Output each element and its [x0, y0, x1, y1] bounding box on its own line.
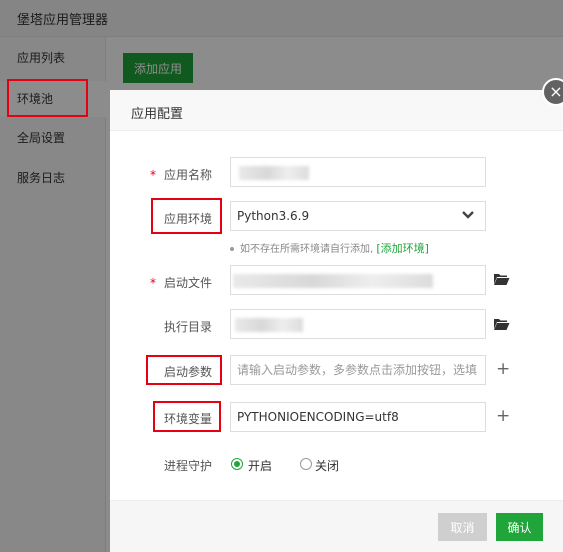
daemon-off-radio[interactable] — [300, 458, 312, 470]
app-name-label: * 应用名称 — [146, 166, 212, 183]
exec-dir-label: 执行目录 — [163, 320, 212, 334]
daemon-on-label[interactable]: 开启 — [248, 457, 272, 474]
start-file-label-text: 启动文件 — [163, 276, 212, 290]
add-env-var-plus-icon[interactable]: + — [496, 408, 510, 425]
modal-title: 应用配置 — [131, 107, 184, 122]
required-mark: * — [149, 276, 156, 290]
start-file-input[interactable] — [230, 265, 486, 295]
highlight-box-env-pool — [7, 79, 88, 117]
app-env-value: Python3.6.9 — [237, 209, 310, 223]
env-vars-input[interactable]: PYTHONIOENCODING=utf8 — [230, 402, 486, 432]
daemon-on-radio[interactable] — [231, 458, 243, 470]
app-name-input[interactable] — [230, 157, 486, 187]
close-icon[interactable]: × — [542, 78, 563, 106]
start-params-input[interactable]: 请输入启动参数，多参数点击添加按钮，选填 — [230, 355, 486, 385]
add-env-link[interactable]: [添加环境] — [376, 242, 429, 255]
highlight-box-start-params — [146, 355, 222, 385]
chevron-down-icon — [462, 211, 474, 219]
env-hint: 如不存在所需环境请自行添加, [添加环境] — [230, 240, 429, 256]
redacted-text — [233, 274, 433, 288]
folder-open-icon[interactable] — [493, 272, 510, 286]
confirm-button[interactable]: 确认 — [496, 513, 543, 541]
bullet-icon — [230, 247, 234, 251]
highlight-box-env-vars — [153, 401, 221, 432]
app-name-label-text: 应用名称 — [163, 168, 212, 182]
app-config-modal: 应用配置 * 应用名称 应用环境 Python3.6.9 如不存在所需环境请自行添… — [110, 90, 563, 552]
modal-footer: 取消 确认 — [110, 500, 563, 552]
exec-dir-input[interactable] — [230, 309, 486, 339]
add-param-plus-icon[interactable]: + — [496, 361, 510, 378]
start-file-label: * 启动文件 — [146, 274, 212, 291]
env-hint-text: 如不存在所需环境请自行添加, — [240, 244, 374, 255]
app-env-select[interactable]: Python3.6.9 — [230, 201, 486, 231]
required-mark: * — [149, 168, 156, 182]
daemon-label: 进程守护 — [163, 459, 212, 473]
daemon-off-label[interactable]: 关闭 — [315, 457, 339, 474]
cancel-button[interactable]: 取消 — [438, 513, 487, 541]
redacted-text — [239, 166, 309, 180]
highlight-box-app-env — [151, 198, 222, 234]
redacted-text — [235, 318, 303, 332]
modal-header: 应用配置 — [110, 90, 563, 131]
folder-open-icon[interactable] — [493, 317, 510, 331]
